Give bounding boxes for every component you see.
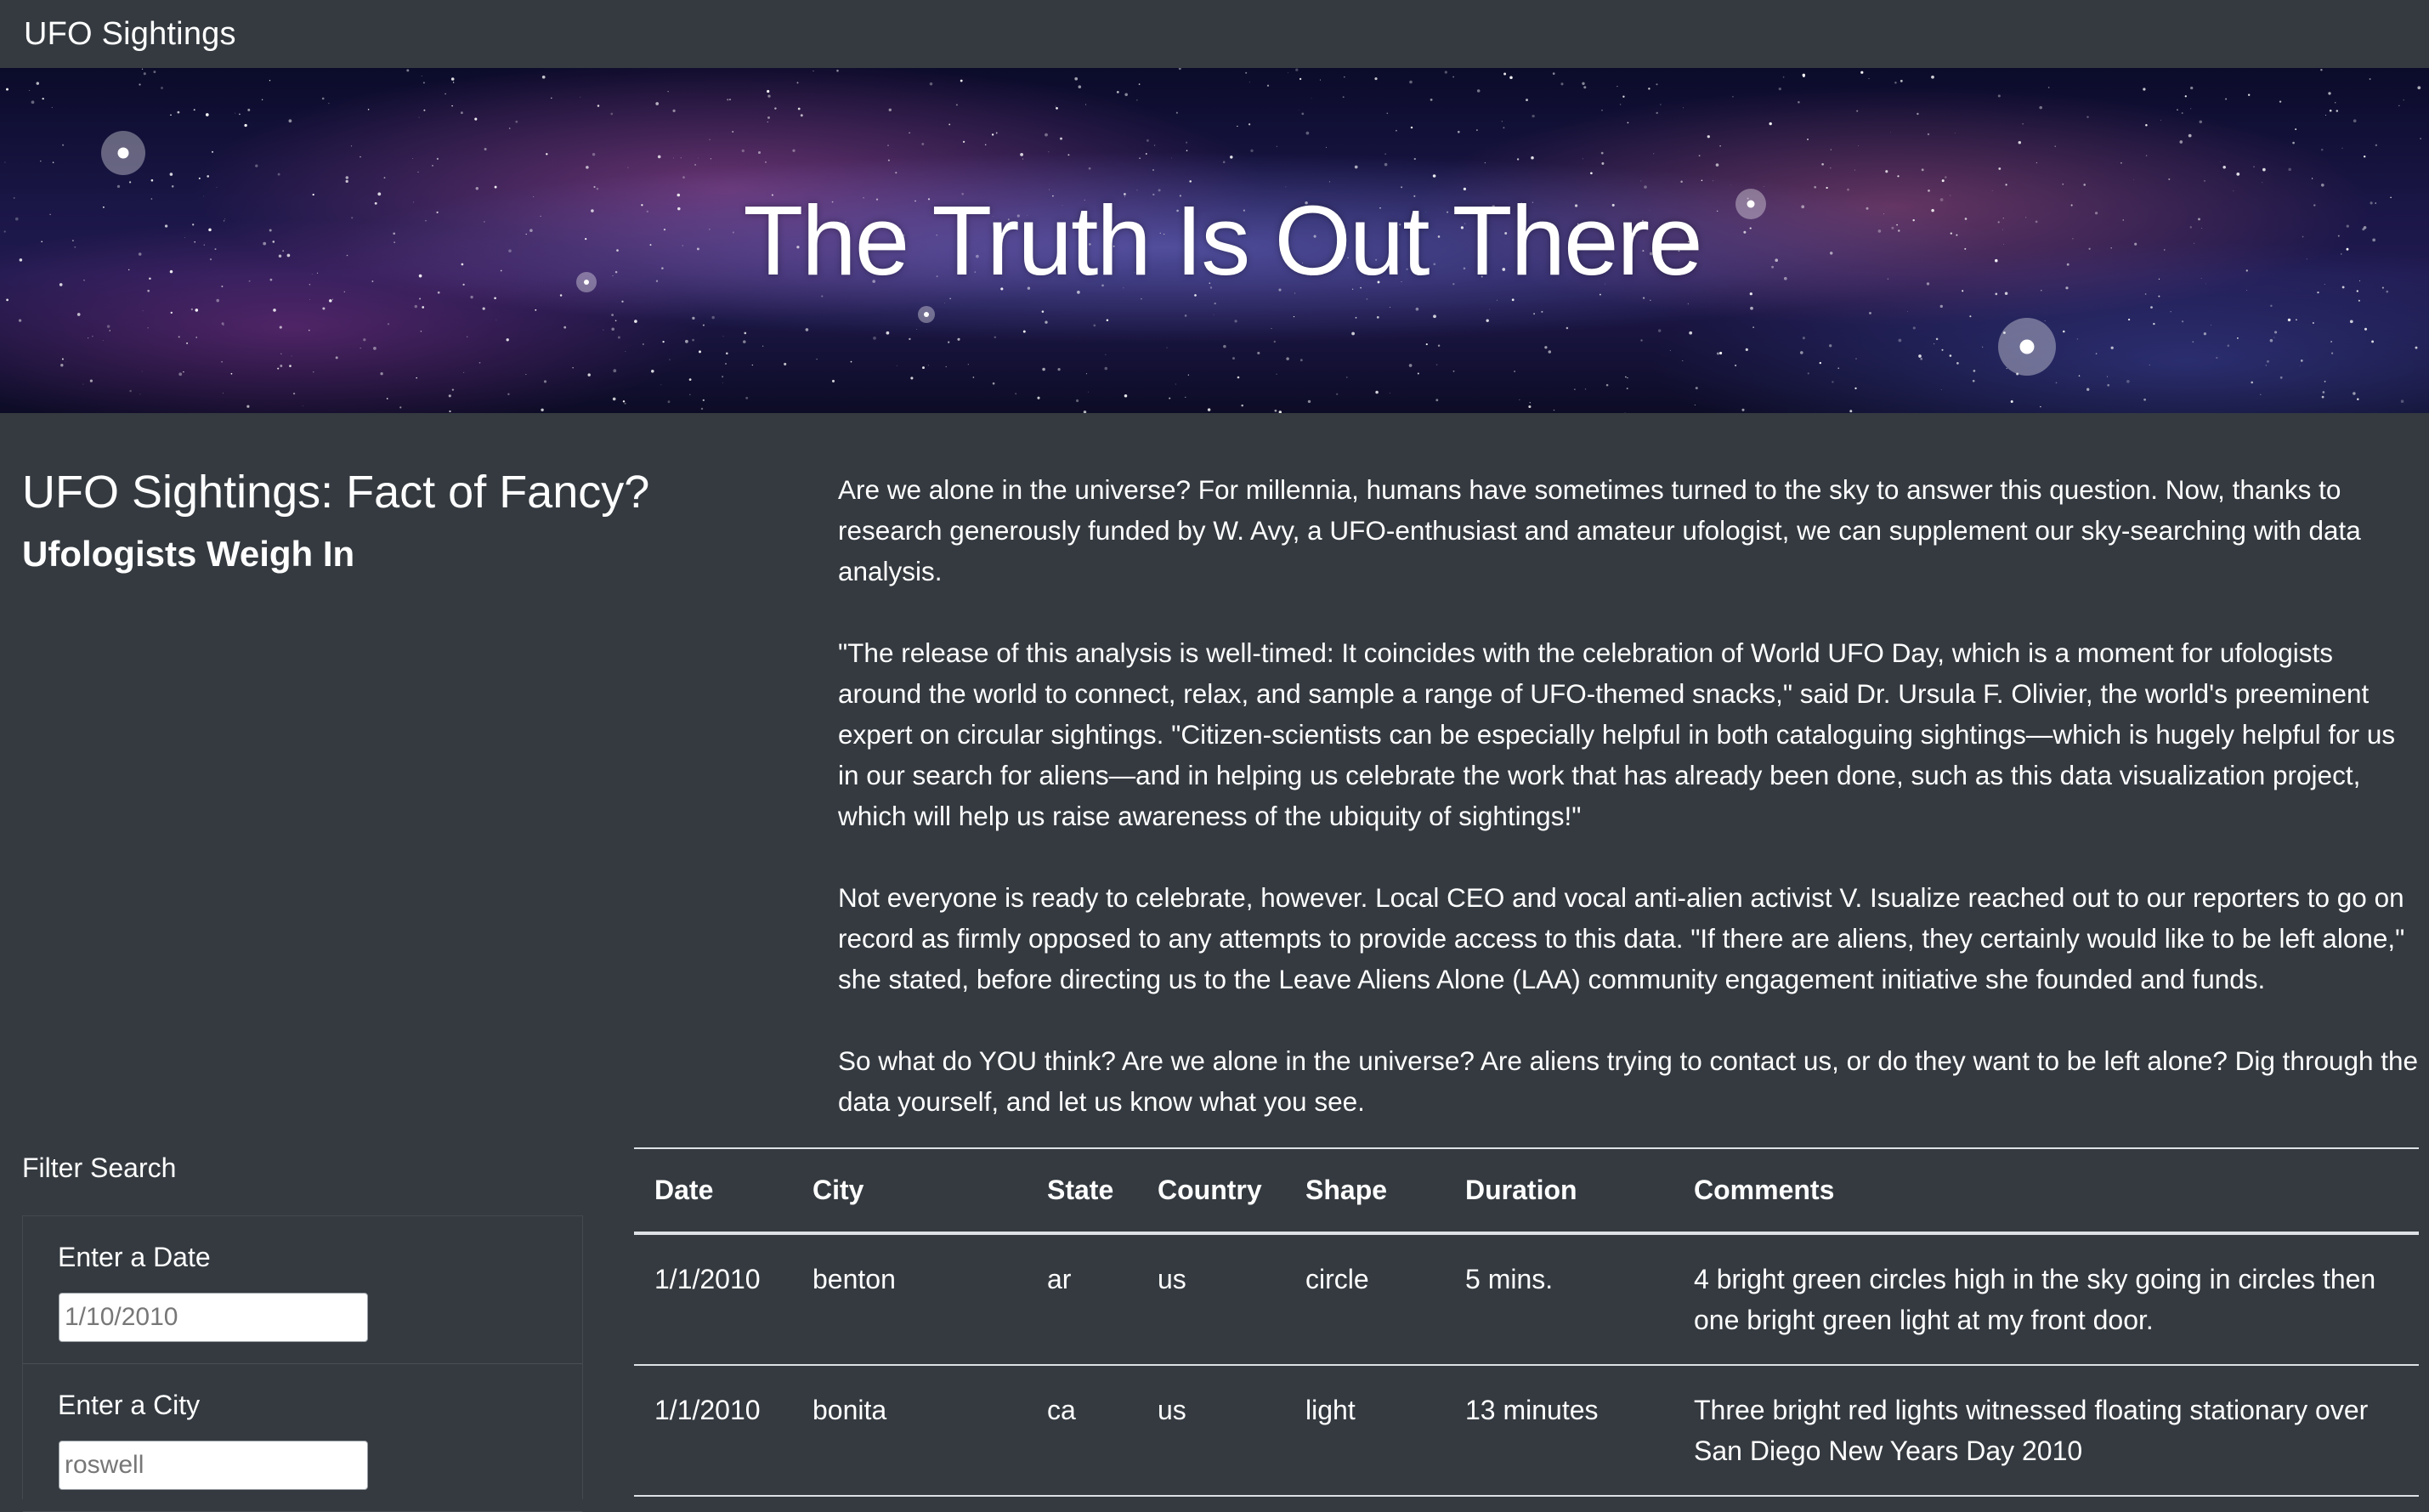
cell-comments: 4 bright green circles high in the sky g…: [1673, 1233, 2419, 1366]
filter-item-date: Enter a Date: [23, 1216, 582, 1364]
article-subtitle: Ufologists Weigh In: [22, 534, 355, 574]
cell-city: benton: [792, 1233, 1027, 1366]
column-header-country: Country: [1137, 1147, 1285, 1235]
ufo-table-container: Date City State Country Shape Duration C…: [634, 1147, 2419, 1497]
column-header-duration: Duration: [1445, 1147, 1673, 1235]
article-body: Are we alone in the universe? For millen…: [838, 469, 2421, 1163]
hero-banner: The Truth Is Out There: [0, 68, 2429, 413]
column-header-date: Date: [634, 1147, 792, 1235]
article-title: UFO Sightings: Fact of Fancy?: [22, 467, 650, 518]
article-paragraph: So what do YOU think? Are we alone in th…: [838, 1045, 2419, 1117]
city-filter-input[interactable]: [59, 1441, 368, 1490]
cell-date: 1/1/2010: [634, 1233, 792, 1366]
table-header-row: Date City State Country Shape Duration C…: [634, 1147, 2419, 1235]
cell-date: 1/1/2010: [634, 1365, 792, 1497]
column-header-comments: Comments: [1673, 1147, 2419, 1235]
navbar: UFO Sightings: [0, 0, 2429, 68]
cell-shape: circle: [1285, 1233, 1445, 1366]
table-row: 1/1/2010 bonita ca us light 13 minutes T…: [634, 1365, 2419, 1497]
cell-comments: Three bright red lights witnessed floati…: [1673, 1365, 2419, 1497]
hero-title: The Truth Is Out There: [743, 185, 1702, 296]
date-filter-label: Enter a Date: [58, 1242, 211, 1272]
column-header-city: City: [792, 1147, 1027, 1235]
cell-duration: 13 minutes: [1445, 1365, 1673, 1497]
table-header: Date City State Country Shape Duration C…: [634, 1147, 2419, 1235]
cell-country: us: [1137, 1365, 1285, 1497]
article-paragraph: "The release of this analysis is well-ti…: [838, 637, 2396, 831]
cell-state: ca: [1027, 1365, 1137, 1497]
navbar-brand-link[interactable]: UFO Sightings: [24, 16, 236, 53]
cell-duration: 5 mins.: [1445, 1233, 1673, 1366]
cell-country: us: [1137, 1233, 1285, 1366]
table-body: 1/1/2010 benton ar us circle 5 mins. 4 b…: [634, 1233, 2419, 1497]
ufo-table: Date City State Country Shape Duration C…: [634, 1147, 2419, 1497]
cell-shape: light: [1285, 1365, 1445, 1497]
city-filter-label: Enter a City: [58, 1390, 201, 1420]
filter-item-city: Enter a City: [23, 1364, 582, 1512]
cell-state: ar: [1027, 1233, 1137, 1366]
date-filter-input[interactable]: [59, 1293, 368, 1342]
cell-city: bonita: [792, 1365, 1027, 1497]
filter-search-title: Filter Search: [22, 1152, 177, 1183]
column-header-state: State: [1027, 1147, 1137, 1235]
article-paragraph: Are we alone in the universe? For millen…: [838, 474, 2361, 586]
article-paragraph: Not everyone is ready to celebrate, howe…: [838, 882, 2405, 994]
filter-panel: Enter a Date Enter a City: [22, 1215, 583, 1512]
table-row: 1/1/2010 benton ar us circle 5 mins. 4 b…: [634, 1233, 2419, 1366]
column-header-shape: Shape: [1285, 1147, 1445, 1235]
